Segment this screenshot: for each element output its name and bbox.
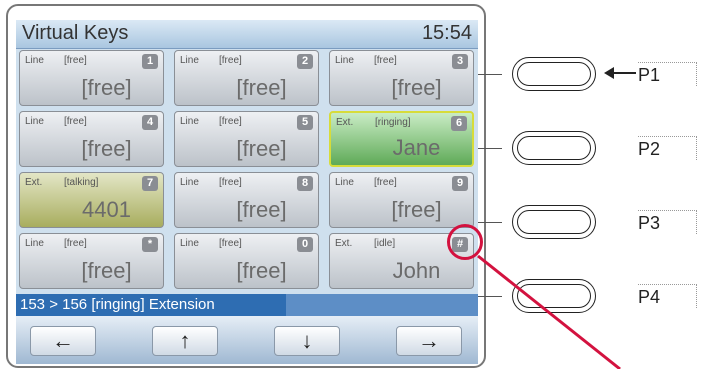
callout-line xyxy=(477,254,621,369)
